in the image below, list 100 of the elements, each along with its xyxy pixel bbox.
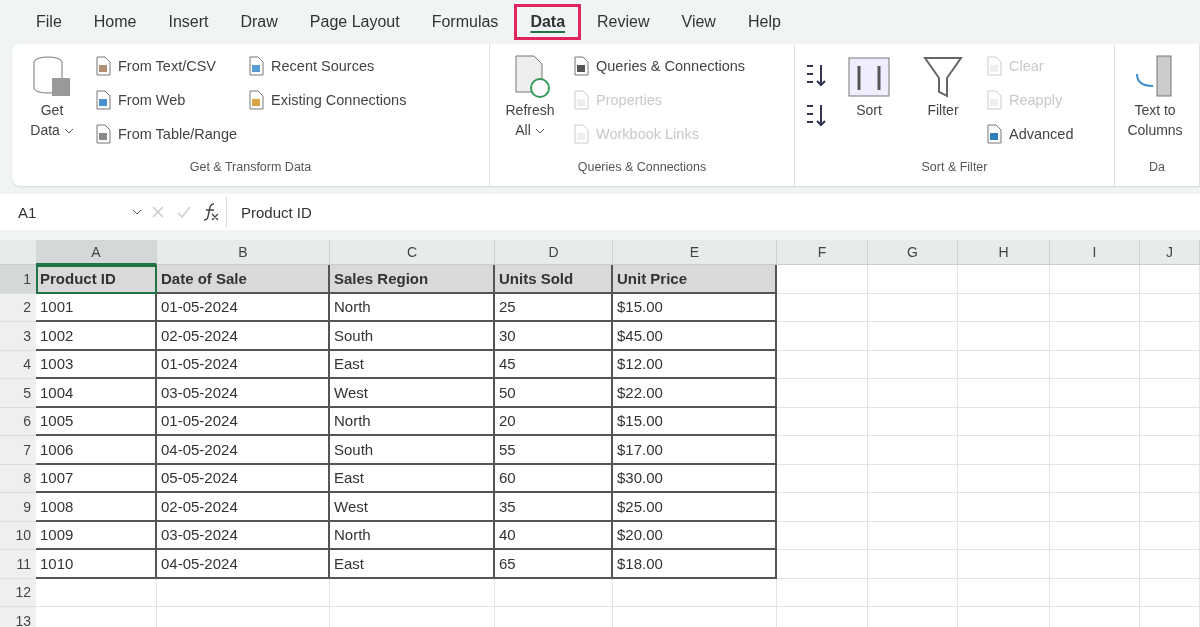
- ribbon-command[interactable]: From Web: [94, 86, 238, 114]
- document-icon: [985, 90, 1003, 110]
- table-cell: 1003: [36, 350, 157, 379]
- formula-field[interactable]: Product ID: [226, 197, 1200, 227]
- row-header[interactable]: 4: [0, 350, 36, 379]
- ribbon-command[interactable]: Queries & Connections: [572, 52, 746, 80]
- document-icon: [985, 56, 1003, 76]
- column-header[interactable]: H: [958, 240, 1050, 265]
- table-cell: South: [330, 322, 495, 351]
- table-cell: $30.00: [613, 464, 777, 493]
- ribbon-command[interactable]: Existing Connections: [247, 86, 407, 114]
- group-label: Get & Transform Data: [188, 160, 313, 176]
- table-cell: West: [330, 379, 495, 408]
- row-header[interactable]: 12: [0, 578, 36, 607]
- filter-icon: [921, 54, 965, 100]
- row-header[interactable]: 5: [0, 379, 36, 408]
- table-cell: $17.00: [613, 436, 777, 465]
- row-header[interactable]: 13: [0, 607, 36, 627]
- ribbon-tab[interactable]: Home: [77, 4, 153, 40]
- ribbon-tab[interactable]: Insert: [152, 4, 225, 40]
- select-all-corner[interactable]: [0, 240, 36, 265]
- table-cell: 03-05-2024: [157, 521, 330, 550]
- ribbon-tab[interactable]: Data: [514, 4, 582, 40]
- column-header[interactable]: F: [777, 240, 868, 265]
- table-cell: South: [330, 436, 495, 465]
- document-icon: [572, 90, 590, 110]
- row-header[interactable]: 2: [0, 293, 36, 322]
- table-cell: $15.00: [613, 407, 777, 436]
- table-cell: 55: [495, 436, 613, 465]
- table-cell: 60: [495, 464, 613, 493]
- table-cell: 1007: [36, 464, 157, 493]
- table-cell: 02-05-2024: [157, 493, 330, 522]
- row-header[interactable]: 6: [0, 407, 36, 436]
- table-cell: 1004: [36, 379, 157, 408]
- ribbon-button[interactable]: Filter: [911, 52, 975, 160]
- column-header[interactable]: A: [36, 240, 157, 265]
- empty-cell: [1140, 493, 1200, 522]
- row-header[interactable]: 11: [0, 550, 36, 579]
- table-cell: 40: [495, 521, 613, 550]
- table-cell: $18.00: [613, 550, 777, 579]
- row-header[interactable]: 7: [0, 436, 36, 465]
- table-cell: North: [330, 293, 495, 322]
- table-cell: 03-05-2024: [157, 379, 330, 408]
- table-cell: $25.00: [613, 493, 777, 522]
- table-cell: 01-05-2024: [157, 350, 330, 379]
- function-icon: [202, 202, 220, 222]
- table-cell: 45: [495, 350, 613, 379]
- ribbon-button[interactable]: Text to Columns: [1123, 52, 1187, 160]
- header-cell: Sales Region: [330, 265, 495, 294]
- table-cell: East: [330, 550, 495, 579]
- ribbon-button[interactable]: Refresh All: [498, 52, 562, 160]
- document-icon: [94, 124, 112, 144]
- ribbon-tab[interactable]: Page Layout: [293, 4, 416, 40]
- column-header[interactable]: G: [868, 240, 958, 265]
- table-cell: 1002: [36, 322, 157, 351]
- row-header[interactable]: 3: [0, 322, 36, 351]
- group-label: Queries & Connections: [576, 160, 708, 176]
- header-cell: Unit Price: [613, 265, 777, 294]
- ribbon-tab[interactable]: Review: [581, 4, 666, 40]
- table-cell: $20.00: [613, 521, 777, 550]
- document-icon: [572, 124, 590, 144]
- ribbon-tab[interactable]: Draw: [224, 4, 294, 40]
- header-cell: Units Sold: [495, 265, 613, 294]
- document-icon: [572, 56, 590, 76]
- ribbon-command[interactable]: From Text/CSV: [94, 52, 238, 80]
- column-header[interactable]: D: [495, 240, 613, 265]
- column-header[interactable]: J: [1140, 240, 1200, 265]
- table-cell: $22.00: [613, 379, 777, 408]
- table-cell: West: [330, 493, 495, 522]
- table-cell: 04-05-2024: [157, 550, 330, 579]
- column-header[interactable]: C: [330, 240, 495, 265]
- ribbon-command[interactable]: Advanced: [985, 120, 1074, 148]
- table-cell: 35: [495, 493, 613, 522]
- empty-cell: [1140, 322, 1200, 351]
- ribbon-command[interactable]: From Table/Range: [94, 120, 238, 148]
- empty-cell: [1140, 265, 1200, 294]
- row-header[interactable]: 1: [0, 265, 36, 294]
- ribbon-tab[interactable]: Help: [731, 4, 797, 40]
- column-header[interactable]: B: [157, 240, 330, 265]
- ribbon-tab[interactable]: View: [665, 4, 732, 40]
- empty-cell: [1140, 379, 1200, 408]
- table-cell: $45.00: [613, 322, 777, 351]
- ribbon-button[interactable]: Get Data: [20, 52, 84, 160]
- row-header[interactable]: 8: [0, 464, 36, 493]
- ribbon-tab[interactable]: File: [20, 4, 78, 40]
- header-cell: Product ID: [36, 265, 157, 294]
- ribbon-tab[interactable]: Formulas: [415, 4, 515, 40]
- row-header[interactable]: 10: [0, 521, 36, 550]
- table-cell: 50: [495, 379, 613, 408]
- name-box[interactable]: A1: [0, 197, 150, 227]
- ribbon-command[interactable]: Recent Sources: [247, 52, 407, 80]
- table-cell: East: [330, 464, 495, 493]
- row-header[interactable]: 9: [0, 493, 36, 522]
- column-header[interactable]: I: [1050, 240, 1140, 265]
- document-icon: [94, 90, 112, 110]
- column-header[interactable]: E: [613, 240, 777, 265]
- ribbon-button[interactable]: Sort: [837, 52, 901, 160]
- table-cell: 1006: [36, 436, 157, 465]
- empty-cell: [1140, 436, 1200, 465]
- header-cell: Date of Sale: [157, 265, 330, 294]
